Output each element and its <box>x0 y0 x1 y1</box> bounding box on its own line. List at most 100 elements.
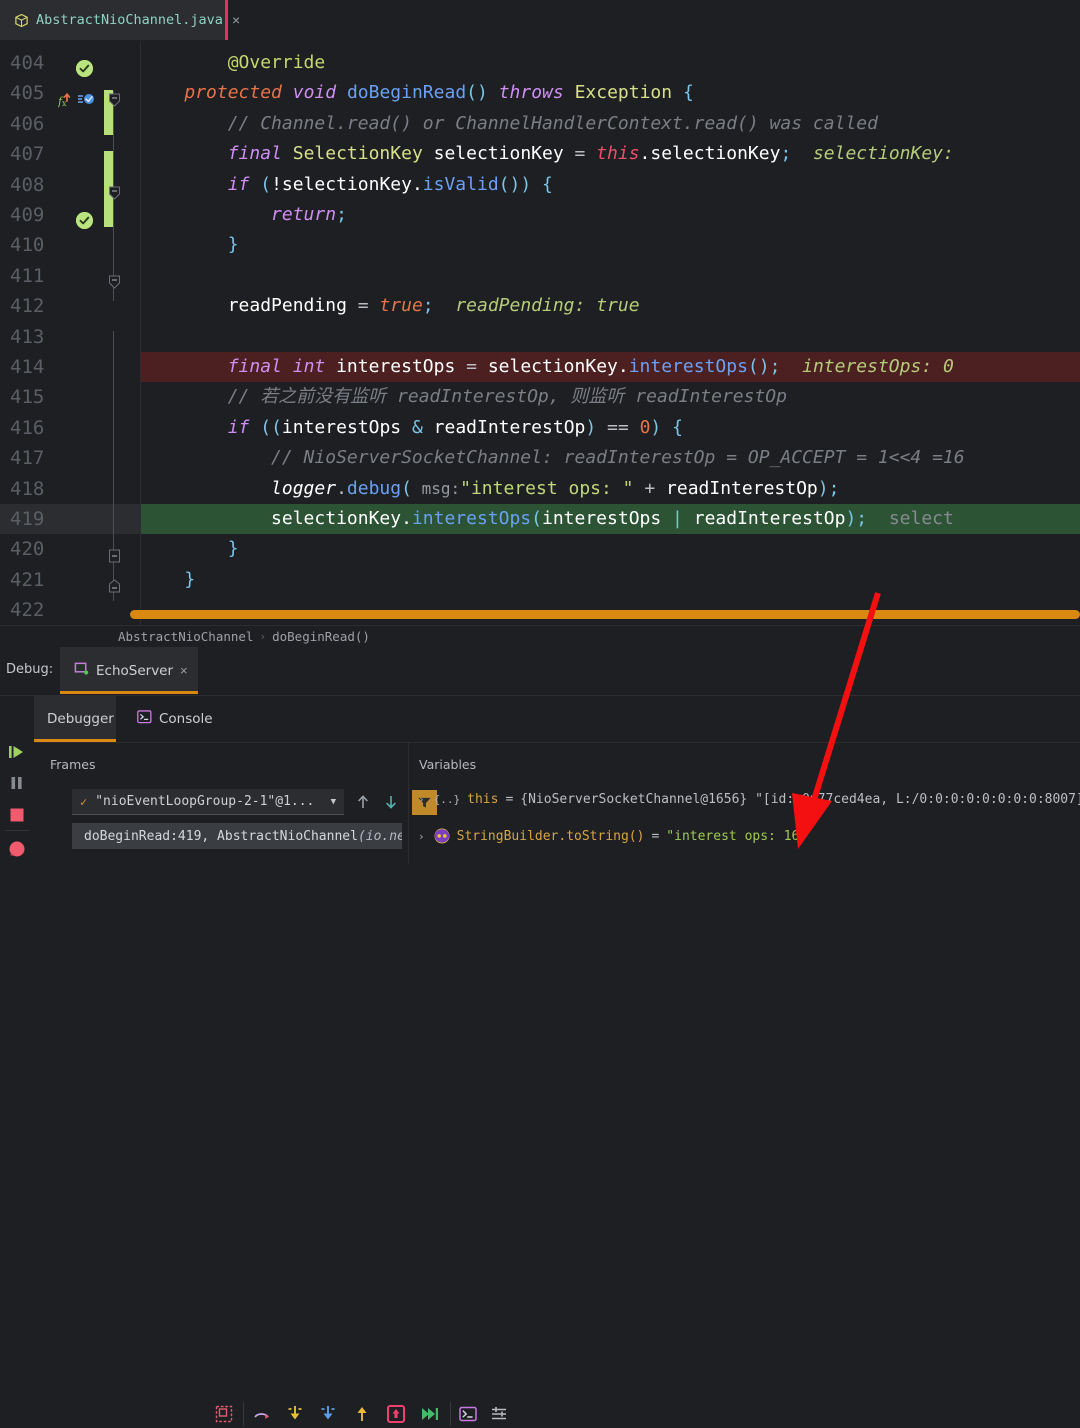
line-number: 407 <box>10 143 45 166</box>
chevron-right-icon[interactable]: › <box>418 830 425 843</box>
tab-debugger[interactable]: Debugger <box>34 696 116 742</box>
arrow-up-icon[interactable] <box>354 793 372 811</box>
settings-lines-icon[interactable] <box>489 1404 509 1424</box>
show-console-icon[interactable] <box>458 1404 478 1424</box>
close-icon[interactable]: × <box>180 663 188 678</box>
variable-value: "interest ops: 16" <box>666 828 808 844</box>
tab-console[interactable]: Console <box>124 696 226 742</box>
code-line[interactable]: // 若之前没有监听 readInterestOp, 则监听 readInter… <box>141 382 787 412</box>
override-method-icon[interactable]: f x <box>57 92 74 108</box>
implementing-method-icon[interactable] <box>78 92 96 108</box>
tab-console-label: Console <box>159 711 213 727</box>
step-over-icon[interactable] <box>252 1404 272 1424</box>
layout-settings-icon[interactable] <box>214 1404 234 1424</box>
toolbar-divider-1 <box>243 1402 244 1426</box>
check-icon: ✓ <box>80 794 88 809</box>
breadcrumb-class[interactable]: AbstractNioChannel <box>118 629 253 644</box>
thread-selector-combobox[interactable]: ✓ "nioEventLoopGroup-2-1"@1... ▼ <box>72 789 344 815</box>
panel-splitter[interactable] <box>408 743 409 864</box>
thread-name: "nioEventLoopGroup-2-1"@1... <box>95 794 315 809</box>
code-line[interactable]: @Override <box>141 48 326 78</box>
code-line[interactable]: readPending = true; readPending: true <box>141 291 640 321</box>
toolbar-divider-2 <box>450 1402 451 1426</box>
code-line[interactable]: } <box>141 230 239 260</box>
code-line[interactable]: selectionKey.interestOps(interestOps | r… <box>141 504 954 534</box>
debug-tool-window-header: Debug: EchoServer × <box>0 647 1080 695</box>
variable-name: StringBuilder.toString() <box>456 828 645 844</box>
fold-collapse-421-icon[interactable] <box>108 579 121 593</box>
run-to-cursor-icon[interactable] <box>386 1404 406 1424</box>
console-icon <box>137 710 152 728</box>
line-number: 416 <box>10 416 45 439</box>
variable-row-this[interactable]: › {..} this = {NioServerSocketChannel@16… <box>418 786 1080 812</box>
code-line[interactable]: final SelectionKey selectionKey = this.s… <box>141 139 954 169</box>
line-number: 404 <box>10 52 45 74</box>
evaluate-next-icon[interactable] <box>420 1404 440 1424</box>
chevron-down-icon[interactable]: ▼ <box>331 797 336 807</box>
tab-debugger-label: Debugger <box>47 711 114 727</box>
view-breakpoints-icon[interactable] <box>7 839 27 859</box>
code-line[interactable]: if ((interestOps & readInterestOp) == 0)… <box>141 413 683 443</box>
code-line[interactable]: protected void doBeginRead() throws Exce… <box>141 78 693 108</box>
line-number: 410 <box>10 234 45 257</box>
debug-label: Debug: <box>6 662 54 677</box>
fold-collapse-416-icon[interactable] <box>108 275 121 289</box>
variable-equals: = <box>505 791 514 807</box>
variable-row-stringbuilder[interactable]: › StringBuilder.toString() = "interest o… <box>418 823 807 849</box>
step-into-icon[interactable] <box>285 1404 305 1424</box>
resume-program-icon[interactable] <box>7 742 27 762</box>
run-configuration-tab-echoserver[interactable]: EchoServer × <box>60 647 198 694</box>
line-number: 422 <box>10 599 45 622</box>
fold-collapse-420-icon[interactable] <box>108 549 121 563</box>
variable-equals: = <box>651 828 660 844</box>
breakpoint-verified-icon-414[interactable] <box>76 60 93 77</box>
close-icon[interactable]: × <box>232 13 240 27</box>
variable-name: this <box>467 791 499 807</box>
line-number: 405 <box>10 82 45 105</box>
stack-frame-package: (io.netty <box>357 828 402 844</box>
variables-pane-title: Variables <box>419 757 477 772</box>
code-line[interactable]: logger.debug( msg:"interest ops: " + rea… <box>141 474 839 504</box>
line-number: 414 <box>10 356 45 378</box>
code-line[interactable]: // Channel.read() or ChannelHandlerConte… <box>141 109 878 139</box>
breadcrumb[interactable]: AbstractNioChannel › doBeginRead() <box>0 625 1080 647</box>
debugger-toolbar: Debugger Console <box>0 695 1080 1426</box>
code-line[interactable]: // NioServerSocketChannel: readInterestO… <box>141 443 965 473</box>
line-number: 411 <box>10 264 45 287</box>
force-step-into-icon[interactable] <box>318 1404 338 1424</box>
watch-expression-icon <box>434 828 450 844</box>
code-editor[interactable]: 404 @Override 405 protected void doBeginR… <box>0 41 1080 625</box>
code-line[interactable]: final int interestOps = selectionKey.int… <box>141 352 954 382</box>
line-number: 413 <box>10 325 45 348</box>
stack-frame-row[interactable]: doBeginRead:419, AbstractNioChannel (io.… <box>72 823 402 849</box>
editor-tab-abstractniochannel[interactable]: AbstractNioChannel.java × <box>0 0 240 40</box>
ide-window: AbstractNioChannel.java × 404 @Override 4… <box>0 0 1080 1426</box>
variable-value: {NioServerSocketChannel@1656} "[id: 0x77… <box>520 791 1080 807</box>
breadcrumb-method[interactable]: doBeginRead() <box>272 629 370 644</box>
debugger-panel: Frames Variables ✓ "nioEventLoopGroup-2-… <box>34 742 1080 864</box>
code-line[interactable]: return; <box>141 200 347 230</box>
breakpoint-verified-icon-419[interactable] <box>76 212 93 229</box>
java-class-icon <box>14 13 29 28</box>
line-number: 421 <box>10 568 45 591</box>
frames-pane-title: Frames <box>50 757 96 772</box>
line-number: 420 <box>10 538 45 561</box>
rail-divider-2 <box>5 830 29 831</box>
code-line[interactable]: } <box>141 534 239 564</box>
fold-collapse-405-icon[interactable] <box>108 93 121 107</box>
arrow-down-icon[interactable] <box>382 793 400 811</box>
line-number: 419 <box>10 508 45 530</box>
line-number: 415 <box>10 386 45 409</box>
line-number: 418 <box>10 477 45 500</box>
fold-collapse-408-icon[interactable] <box>108 186 121 200</box>
step-out-icon[interactable] <box>352 1404 372 1424</box>
breadcrumb-separator-icon: › <box>259 630 267 643</box>
object-braces-icon: {..} <box>433 792 461 806</box>
pause-program-icon[interactable] <box>7 773 27 793</box>
code-line[interactable]: if (!selectionKey.isValid()) { <box>141 170 553 200</box>
stop-icon[interactable] <box>7 805 27 825</box>
code-line[interactable]: } <box>141 565 195 595</box>
line-number: 417 <box>10 447 45 470</box>
chevron-right-icon[interactable]: › <box>418 793 425 806</box>
editor-horizontal-scrollbar[interactable] <box>130 610 1080 619</box>
